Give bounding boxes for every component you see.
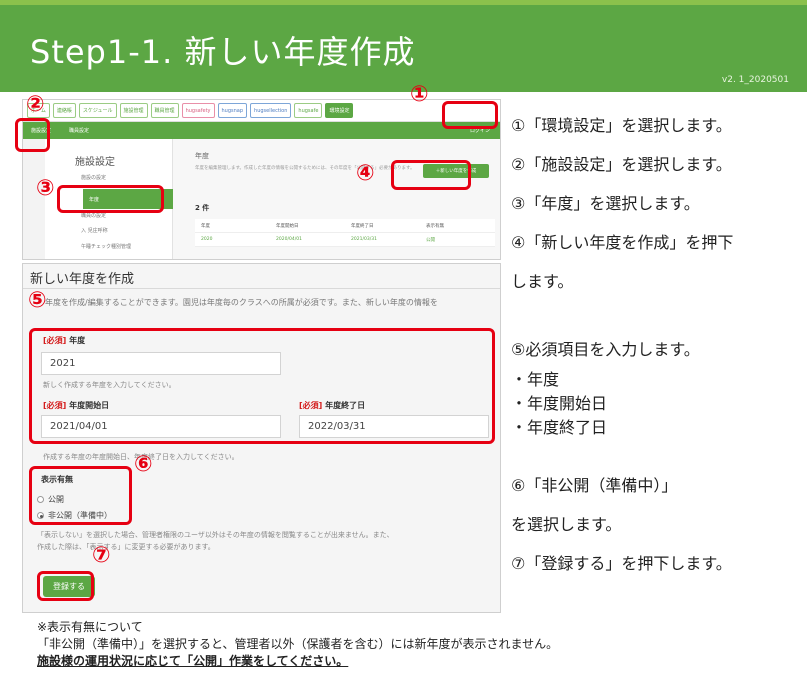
step-3: ③「年度」を選択します。 [511,194,700,213]
highlight-environment-settings [442,101,498,129]
step-4-line1: ④「新しい年度を作成」を押下 [511,233,734,252]
footer-note-body: 「非公開（準備中）」を選択すると、管理者以外（保護者を含む）には新年度が表示され… [37,637,559,651]
marker-6: ⑥ [134,452,153,477]
divider [23,288,500,289]
marker-2: ② [26,92,45,117]
sidebar-title: 施設設定 [75,157,115,168]
footer-note-emphasis: 施設様の運用状況に応じて「公開」作業をしてください。 [37,654,349,668]
table-cell: 2021/03/31 [351,237,377,242]
form-title: 新しい年度を作成 [30,272,135,287]
year-table: 年度 年度開始日 年度終了日 表示有無 2020 2020/04/01 2021… [195,219,495,247]
nav-tab-hugsafe[interactable]: hugsafe [294,103,323,118]
table-cell: 2020/04/01 [276,237,302,242]
nav-tab-environment-settings[interactable]: 環境設定 [325,103,354,118]
nav-tab-hugsellection[interactable]: hugsellection [250,103,292,118]
table-cell: 2020 [201,237,213,242]
footer-note-title: ※表示有無について [37,620,143,634]
table-row[interactable]: 2020 2020/04/01 2021/03/31 公開 [195,233,495,247]
version-label: v2. 1_2020501 [721,75,789,85]
marker-5: ⑤ [28,288,47,313]
step-2: ②「施設設定」を選択します。 [511,155,732,174]
step-7: ⑦「登録する」を押下します。 [511,554,732,573]
nav-tab-hugsafety[interactable]: hugsafety [181,103,215,118]
record-count: 2 件 [195,204,210,212]
nav-tab-hugsnap[interactable]: hugsnap [217,103,248,118]
sub-tab-staff-settings[interactable]: 職員設定 [69,127,89,134]
step-4-line2: します。 [511,272,574,291]
step-5-item-end: ・年度終了日 [511,418,608,437]
page-title: Step1-1. 新しい年度作成 [30,33,416,71]
nav-tab-contact[interactable]: 連絡帳 [52,103,76,118]
step-6-line2: を選択します。 [511,515,622,534]
content-heading: 年度 [195,152,209,160]
step-1: ①「環境設定」を選択します。 [511,116,732,135]
table-cell: 公開 [426,237,435,243]
visibility-note-1: 「表示しない」を選択した場合、管理者権限のユーザ以外はその年度の情報を閲覧するこ… [37,531,394,539]
sidebar-item-child-name[interactable]: 入 児庄呼称 [81,227,108,234]
step-5: ⑤必須項目を入力します。 [511,340,700,359]
nav-tab-schedule[interactable]: スケジュール [78,103,117,118]
header-band: Step1-1. 新しい年度作成 v2. 1_2020501 [0,0,807,92]
marker-4: ④ [356,161,375,186]
table-header: 年度 [201,223,210,229]
content-description: 年度を編集管理します。作成した年度の情報を公開するためには、その年度を「公開する… [195,166,415,171]
sidebar-item-facility[interactable]: 施設の設定 [81,174,106,181]
marker-1: ① [410,82,429,107]
highlight-required-fields [29,328,495,444]
sidebar-item-nap-check[interactable]: 午睡チェック種別管理 [81,243,131,250]
marker-7: ⑦ [92,543,111,568]
highlight-facility-settings [15,118,50,152]
app-sub-bar: 施設設定 職員設定 ログイン [23,122,500,139]
table-header-row: 年度 年度開始日 年度終了日 表示有無 [195,219,495,233]
visibility-note-2: 作成した際は、「表示する」に変更する必要があります。 [37,543,215,551]
marker-3: ③ [36,176,55,201]
highlight-visibility-radio [29,466,132,525]
sidebar-item-staff[interactable]: 職員の設定 [81,212,106,219]
table-header: 表示有無 [426,223,444,229]
table-header: 年度終了日 [351,223,374,229]
table-header: 年度開始日 [276,223,299,229]
nav-tab-facility[interactable]: 施設管理 [119,103,148,118]
form-description: 年度を作成/編集することができます。園児は年度毎のクラスへの所属が必須です。また… [45,298,438,307]
step-5-item-start: ・年度開始日 [511,394,608,413]
step-5-item-year: ・年度 [511,370,560,389]
highlight-year-menu [57,185,164,213]
year-list-content: 年度 年度を編集管理します。作成した年度の情報を公開するためには、その年度を「公… [173,139,500,259]
highlight-new-year-button [391,160,471,190]
step-6-line1: ⑥「非公開（準備中）」 [511,476,678,495]
nav-tab-staff[interactable]: 職員管理 [150,103,179,118]
highlight-register-button [37,571,94,601]
